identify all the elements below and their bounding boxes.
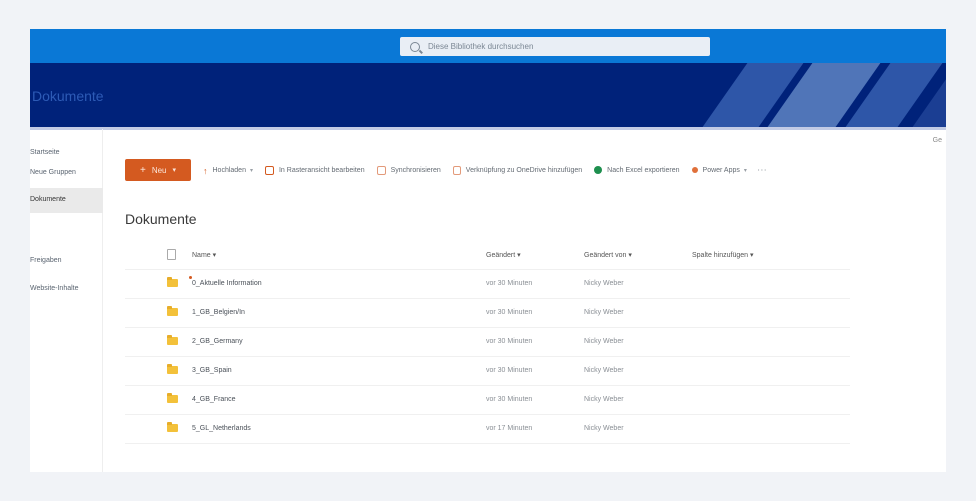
row-modified: vor 30 Minuten <box>486 309 533 316</box>
row-modified-by[interactable]: Nicky Weber <box>584 425 624 432</box>
header-corner-label[interactable]: Ge <box>933 137 942 144</box>
table-header: Name ▾ Geändert ▾ Geändert von ▾ Spalte … <box>125 239 850 270</box>
more-options-icon[interactable]: ⋯ <box>757 165 767 176</box>
nav-item[interactable]: Freigaben <box>30 257 62 264</box>
suite-bar: Diese Bibliothek durchsuchen <box>30 29 946 63</box>
folder-icon <box>167 335 178 345</box>
nav-item[interactable]: Startseite <box>30 149 60 156</box>
export-excel-button[interactable]: Nach Excel exportieren <box>594 166 680 174</box>
row-name[interactable]: 4_GB_France <box>192 396 236 403</box>
edit-grid-button[interactable]: In Rasteransicht bearbeiten <box>264 165 365 175</box>
column-header-label: Geändert von <box>584 252 627 259</box>
column-header-label: Spalte hinzufügen <box>692 252 749 259</box>
power-apps-label: Power Apps <box>702 166 740 174</box>
row-name[interactable]: 5_GL_Netherlands <box>192 425 251 432</box>
nav-item-label: Dokumente <box>30 196 66 203</box>
new-button-label: Neu <box>151 165 167 175</box>
chevron-down-icon: ▾ <box>750 252 754 259</box>
nav-item-selected[interactable]: Dokumente <box>30 188 103 213</box>
row-modified-by[interactable]: Nicky Weber <box>584 338 624 345</box>
site-title[interactable]: Dokumente <box>32 88 104 104</box>
sync-label: Synchronisieren <box>390 166 441 174</box>
folder-icon <box>167 422 178 432</box>
add-shortcut-button[interactable]: Verknüpfung zu OneDrive hinzufügen <box>452 165 583 175</box>
column-header-label: Geändert <box>486 252 516 259</box>
column-header-name[interactable]: Name ▾ <box>192 251 216 259</box>
nav-item[interactable]: Neue Gruppen <box>30 169 76 176</box>
row-modified-by[interactable]: Nicky Weber <box>584 396 624 403</box>
row-modified: vor 30 Minuten <box>486 367 533 374</box>
search-placeholder: Diese Bibliothek durchsuchen <box>428 42 534 51</box>
document-list: Name ▾ Geändert ▾ Geändert von ▾ Spalte … <box>125 239 850 444</box>
row-modified: vor 30 Minuten <box>486 396 533 403</box>
add-column-button[interactable]: Spalte hinzufügen ▾ <box>692 251 754 259</box>
new-button[interactable]: + Neu ▾ <box>125 159 191 181</box>
sharepoint-window: Diese Bibliothek durchsuchen Dokumente G… <box>30 29 946 472</box>
upload-label: Hochladen <box>212 166 246 174</box>
sync-icon <box>376 165 386 175</box>
upload-button[interactable]: ↑ Hochladen ▾ <box>203 166 253 176</box>
add-shortcut-label: Verknüpfung zu OneDrive hinzufügen <box>465 166 583 174</box>
edit-grid-label: In Rasteransicht bearbeiten <box>278 166 365 174</box>
row-name[interactable]: 2_GB_Germany <box>192 338 243 345</box>
new-item-indicator <box>189 276 192 279</box>
chevron-down-icon: ▾ <box>212 252 217 259</box>
chevron-down-icon: ▾ <box>628 252 632 259</box>
row-name[interactable]: 0_Aktuelle Information <box>192 280 262 287</box>
chevron-down-icon: ▾ <box>517 252 521 259</box>
site-header: Dokumente <box>30 63 946 127</box>
row-name[interactable]: 1_GB_Belgien/In <box>192 309 245 316</box>
row-modified-by[interactable]: Nicky Weber <box>584 367 624 374</box>
nav-item[interactable]: Website-Inhalte <box>30 285 79 292</box>
shortcut-icon <box>452 165 461 175</box>
row-modified: vor 17 Minuten <box>486 425 533 432</box>
table-row[interactable]: 4_GB_France vor 30 Minuten Nicky Weber <box>125 386 850 415</box>
row-modified-by[interactable]: Nicky Weber <box>584 280 624 287</box>
chevron-down-icon: ▾ <box>249 167 253 174</box>
table-row[interactable]: 2_GB_Germany vor 30 Minuten Nicky Weber <box>125 328 850 357</box>
table-row[interactable]: 3_GB_Spain vor 30 Minuten Nicky Weber <box>125 357 850 386</box>
grid-icon <box>264 165 274 175</box>
file-type-icon[interactable] <box>167 249 176 260</box>
chevron-down-icon: ▾ <box>172 167 177 174</box>
sync-button[interactable]: Synchronisieren <box>376 165 441 175</box>
row-name[interactable]: 3_GB_Spain <box>192 367 232 374</box>
folder-icon <box>167 277 178 287</box>
column-header-modified-by[interactable]: Geändert von ▾ <box>584 251 632 259</box>
row-modified: vor 30 Minuten <box>486 338 533 345</box>
power-apps-button[interactable]: Power Apps ▾ <box>691 166 747 174</box>
folder-icon <box>167 393 178 403</box>
plus-icon: + <box>139 164 146 176</box>
column-header-label: Name <box>192 252 211 259</box>
left-navigation: Startseite Neue Gruppen Dokumente Freiga… <box>30 129 103 472</box>
chevron-down-icon: ▾ <box>743 167 747 174</box>
header-divider <box>30 127 946 130</box>
upload-icon: ↑ <box>203 166 208 176</box>
folder-icon <box>167 306 178 316</box>
row-modified-by[interactable]: Nicky Weber <box>584 309 624 316</box>
table-row[interactable]: 0_Aktuelle Information vor 30 Minuten Ni… <box>125 270 850 299</box>
search-box[interactable]: Diese Bibliothek durchsuchen <box>400 37 710 56</box>
folder-icon <box>167 364 178 374</box>
row-modified: vor 30 Minuten <box>486 280 533 287</box>
export-excel-label: Nach Excel exportieren <box>607 166 680 174</box>
library-title: Dokumente <box>125 211 197 227</box>
search-icon <box>410 41 420 52</box>
column-header-modified[interactable]: Geändert ▾ <box>486 251 521 259</box>
table-row[interactable]: 1_GB_Belgien/In vor 30 Minuten Nicky Web… <box>125 299 850 328</box>
table-row[interactable]: 5_GL_Netherlands vor 17 Minuten Nicky We… <box>125 415 850 444</box>
power-apps-icon <box>691 167 698 173</box>
excel-icon <box>594 166 603 174</box>
command-bar: + Neu ▾ ↑ Hochladen ▾ In Rasteransicht b… <box>125 158 767 182</box>
